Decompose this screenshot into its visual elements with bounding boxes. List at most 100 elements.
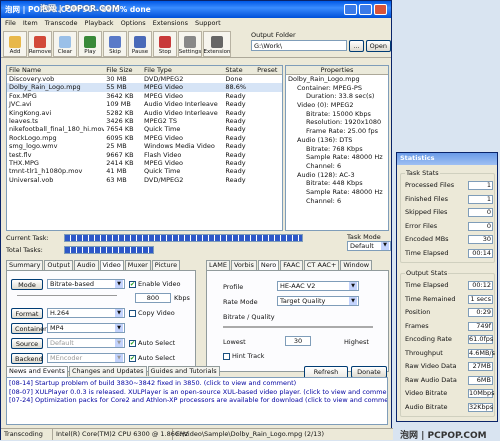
stat-row: Throughput 4.6MB/s [405,348,495,359]
auto-select-backend-row[interactable]: ✔ Auto Select [129,354,175,362]
hint-track-checkbox[interactable] [223,352,230,360]
extension-button[interactable]: Extension [203,31,231,57]
table-row[interactable]: Universal.vob 63 MB DVD/MPEG2 Ready [7,176,282,184]
container-button[interactable]: Container [11,323,47,334]
tab-picture[interactable]: Picture [151,260,181,270]
menu-file[interactable]: File [5,19,16,29]
auto-select-source-checkbox[interactable]: ✔ [129,339,136,347]
news-item[interactable]: [08-14] Startup problem of build 3830~38… [9,379,385,388]
auto-select-source-row[interactable]: ✔ Auto Select [129,339,175,347]
container-select[interactable]: MP4 [47,323,125,333]
table-row[interactable]: RockLogo.mpg 6095 KB MPEG Video Ready [7,134,282,142]
extension-label: Extension [203,49,231,55]
tab-lame[interactable]: LAME [206,260,230,270]
stat-value: 00:14 [468,248,493,258]
menu-extensions[interactable]: Extensions [153,19,188,29]
bitrate-input[interactable]: 800 [135,293,171,303]
property-line: Resolution: 1920x1080 [306,118,382,127]
task-stats-group: Task Stats Processed Files 1 Finished File… [400,169,495,263]
menu-item[interactable]: Item [23,19,38,29]
copy-video-checkbox[interactable] [129,309,136,317]
tab-window[interactable]: Window [340,260,373,270]
tab-ct-aac[interactable]: CT AAC+ [303,260,340,270]
tab-changes-updates[interactable]: Changes and Updates [68,366,147,376]
menu-transcode[interactable]: Transcode [45,19,78,29]
clear-button[interactable]: Clear [53,31,77,57]
col-preset[interactable]: Preset [255,66,282,74]
quality-slider[interactable] [223,326,373,328]
properties-header: Properties [286,66,388,75]
table-cell: 5282 KB [106,108,134,117]
format-select[interactable]: H.264 [47,308,125,318]
auto-select-backend-checkbox[interactable]: ✔ [129,354,136,362]
table-cell: 63 MB [106,175,127,184]
backend-button[interactable]: Backend [11,353,43,364]
tab-guides-tutorials[interactable]: Guides and Tutorials [147,366,220,376]
enable-video-row[interactable]: ✔ Enable Video [129,280,180,288]
news-item[interactable]: [08-07] XULPlayer 0.0.3 is released. XUL… [9,388,387,397]
play-button[interactable]: Play [78,31,102,57]
tab-summary[interactable]: Summary [6,260,44,270]
add-button[interactable]: Add [3,31,27,57]
menu-options[interactable]: Options [121,19,146,29]
enable-video-checkbox[interactable]: ✔ [129,280,136,288]
menu-playback[interactable]: Playback [85,19,114,29]
table-row[interactable]: smg_logo.wmv 25 MB Windows Media Video Read… [7,142,282,150]
source-select[interactable]: Default [47,338,125,348]
stop-button[interactable]: Stop [153,31,177,57]
maximize-button[interactable] [359,4,372,15]
table-cell: 88.6% [225,83,247,92]
tab-news-events[interactable]: News and Events [6,366,68,377]
stat-row: Finished Files 1 [405,194,493,205]
skip-button[interactable]: Skip [103,31,127,57]
minimize-button[interactable] [344,4,357,15]
profile-select[interactable]: HE-AAC V2 [277,281,359,291]
tab-faac[interactable]: FAAC [280,260,303,270]
current-task-label: Current Task: [6,234,49,242]
table-row[interactable]: THX.MPG 2414 KB MPEG Video Ready [7,159,282,167]
col-state[interactable]: State [223,66,255,74]
task-mode-select[interactable]: Default [347,241,391,251]
mode-slider[interactable] [17,295,117,296]
table-row[interactable]: nikefootball_final_180_hi.mov 7654 KB Quic… [7,125,282,133]
menu-support[interactable]: Support [195,19,221,29]
table-row[interactable]: KingKong.avi 5282 KB Audio Video Interleav… [7,109,282,117]
mode-button[interactable]: Mode [11,279,43,290]
col-file-name[interactable]: File Name [7,66,104,74]
file-list[interactable]: File Name File Size File Type State Pres… [6,65,283,231]
table-row[interactable]: tmnt-tlr1_h1080p.mov 41 MB Quick Time Ready [7,167,282,175]
output-folder-input[interactable]: G:\Work\ [251,40,348,51]
browse-button[interactable]: ... [349,40,364,52]
col-file-type[interactable]: File Type [142,66,223,74]
format-button[interactable]: Format [11,308,43,319]
tab-muxer[interactable]: Muxer [124,260,151,270]
table-row[interactable]: Discovery.vob 30 MB DVD/MPEG2 Done [7,75,282,83]
settings-button[interactable]: Settings [178,31,202,57]
pause-button[interactable]: Pause [128,31,152,57]
table-cell [255,151,282,159]
quality-value-input[interactable]: 30 [285,336,311,346]
table-row[interactable]: Fox.MPG 3642 KB MPEG Video Ready [7,92,282,100]
copy-video-row[interactable]: Copy Video [129,309,175,317]
main-window: 泡网 | POPOR.COM 50 - 88.6% done File Item… [0,0,393,440]
open-folder-button[interactable]: Open [365,40,391,52]
left-tabs: Summary Output Audio Video Muxer Picture [6,260,181,271]
col-file-size[interactable]: File Size [104,66,142,74]
mode-select[interactable]: Bitrate-based [47,279,125,289]
backend-select[interactable]: MEncoder [47,353,125,363]
remove-button[interactable]: Remove [28,31,52,57]
tab-audio[interactable]: Audio [74,260,99,270]
rate-mode-select[interactable]: Target Quality [277,296,359,306]
stat-value: 6MB [468,375,493,385]
table-row[interactable]: leaves.ts 3426 KB MPEG2 TS Ready [7,117,282,125]
table-row[interactable]: test.flv 9667 KB Flash Video Ready [7,151,282,159]
source-button[interactable]: Source [11,338,43,349]
tab-output[interactable]: Output [44,260,74,270]
table-row[interactable]: Dolby_Rain_Logo.mpg 55 MB MPEG Video 88.6% [7,83,282,92]
tab-vorbis[interactable]: Vorbis [230,260,257,270]
hint-track-row[interactable]: Hint Track [223,352,264,360]
table-row[interactable]: JVC.avi 109 MB Audio Video Interleave Ready [7,100,282,108]
table-cell: Ready [225,125,246,134]
news-item[interactable]: [07-24] Optimization packs for Core2 and… [9,396,387,405]
close-button[interactable] [374,4,387,15]
